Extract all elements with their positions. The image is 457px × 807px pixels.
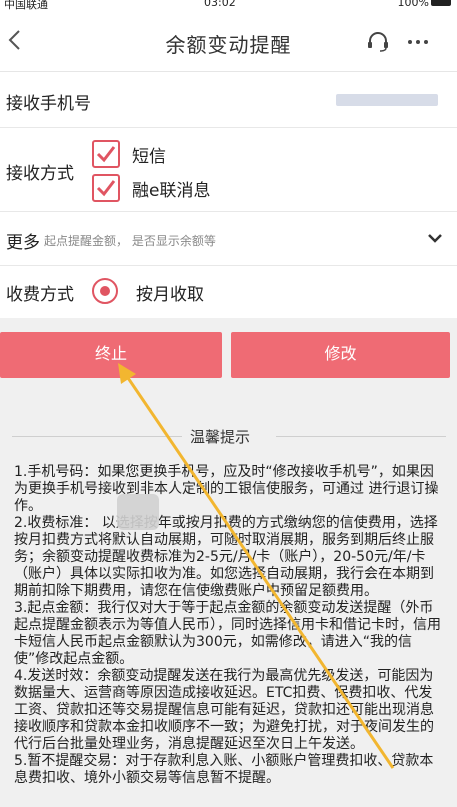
- redaction-blur: [117, 494, 159, 530]
- tip-paragraph: 4.发送时效：余额变动提醒发送在我行为最高优先级发送，可能因为数据量大、运营商等…: [14, 668, 434, 752]
- sms-checkbox[interactable]: [92, 140, 120, 168]
- monthly-radio[interactable]: [92, 278, 118, 304]
- tip-paragraph: 2.收费标准： 以选择按年或按月扣费的方式缴纳您的信使费用，选择按月扣费方式将默…: [14, 515, 438, 599]
- method-label: 接收方式: [6, 164, 74, 184]
- settings-card: 接收手机号 接收方式 短信 融e联消息 更多 起点提醒金额， 是否显示余额等 收…: [0, 72, 457, 318]
- stop-button[interactable]: 终止: [0, 332, 222, 378]
- fee-row: 收费方式 按月收取: [0, 266, 457, 318]
- clock: 03:02: [204, 0, 236, 9]
- tip-paragraph: 1.手机号码：如果您更换手机号，应及时“修改接收手机号”，如果因为更换手机号接收…: [14, 464, 439, 514]
- chevron-down-icon[interactable]: [427, 230, 443, 246]
- more-hint: 起点提醒金额， 是否显示余额等: [44, 234, 216, 248]
- divider: [12, 436, 182, 437]
- divider: [276, 436, 446, 437]
- status-bar: 中国联通 03:02 100%: [0, 0, 457, 12]
- battery-level: 100%: [397, 0, 429, 9]
- phone-label: 接收手机号: [6, 94, 91, 114]
- customer-service-icon[interactable]: [366, 30, 390, 54]
- tips-title: 温馨提示: [190, 428, 251, 446]
- emessage-checkbox[interactable]: [92, 174, 120, 202]
- monthly-option-label[interactable]: 按月收取: [136, 280, 204, 305]
- emessage-option-label[interactable]: 融e联消息: [132, 176, 210, 201]
- more-options-icon[interactable]: [406, 30, 430, 54]
- phone-number-masked: [336, 94, 438, 106]
- tip-paragraph: 3.起点金额：我行仅对大于等于起点金额的余额变动发送提醒（外币起点提醒金额表示为…: [14, 600, 441, 667]
- edit-button[interactable]: 修改: [231, 332, 450, 378]
- checkmark-icon: [96, 180, 116, 197]
- nav-bar: 余额变动提醒: [0, 12, 457, 72]
- method-row: 接收方式 短信 融e联消息: [0, 128, 457, 212]
- checkmark-icon: [96, 146, 116, 163]
- carrier-label: 中国联通: [4, 0, 48, 11]
- battery-icon: [431, 0, 451, 6]
- more-label: 更多: [6, 233, 40, 253]
- tips-header: 温馨提示: [0, 420, 457, 450]
- tip-paragraph: 5.暂不提醒交易：对于存款利息入账、小额账户管理费扣收、贷款本息费扣收、境外小额…: [14, 753, 434, 786]
- sms-option-label[interactable]: 短信: [132, 142, 166, 167]
- fee-label: 收费方式: [6, 285, 74, 305]
- more-row[interactable]: 更多 起点提醒金额， 是否显示余额等: [0, 212, 457, 266]
- tips-body: 1.手机号码：如果您更换手机号，应及时“修改接收手机号”，如果因为更换手机号接收…: [14, 464, 446, 787]
- phone-row[interactable]: 接收手机号: [0, 72, 457, 128]
